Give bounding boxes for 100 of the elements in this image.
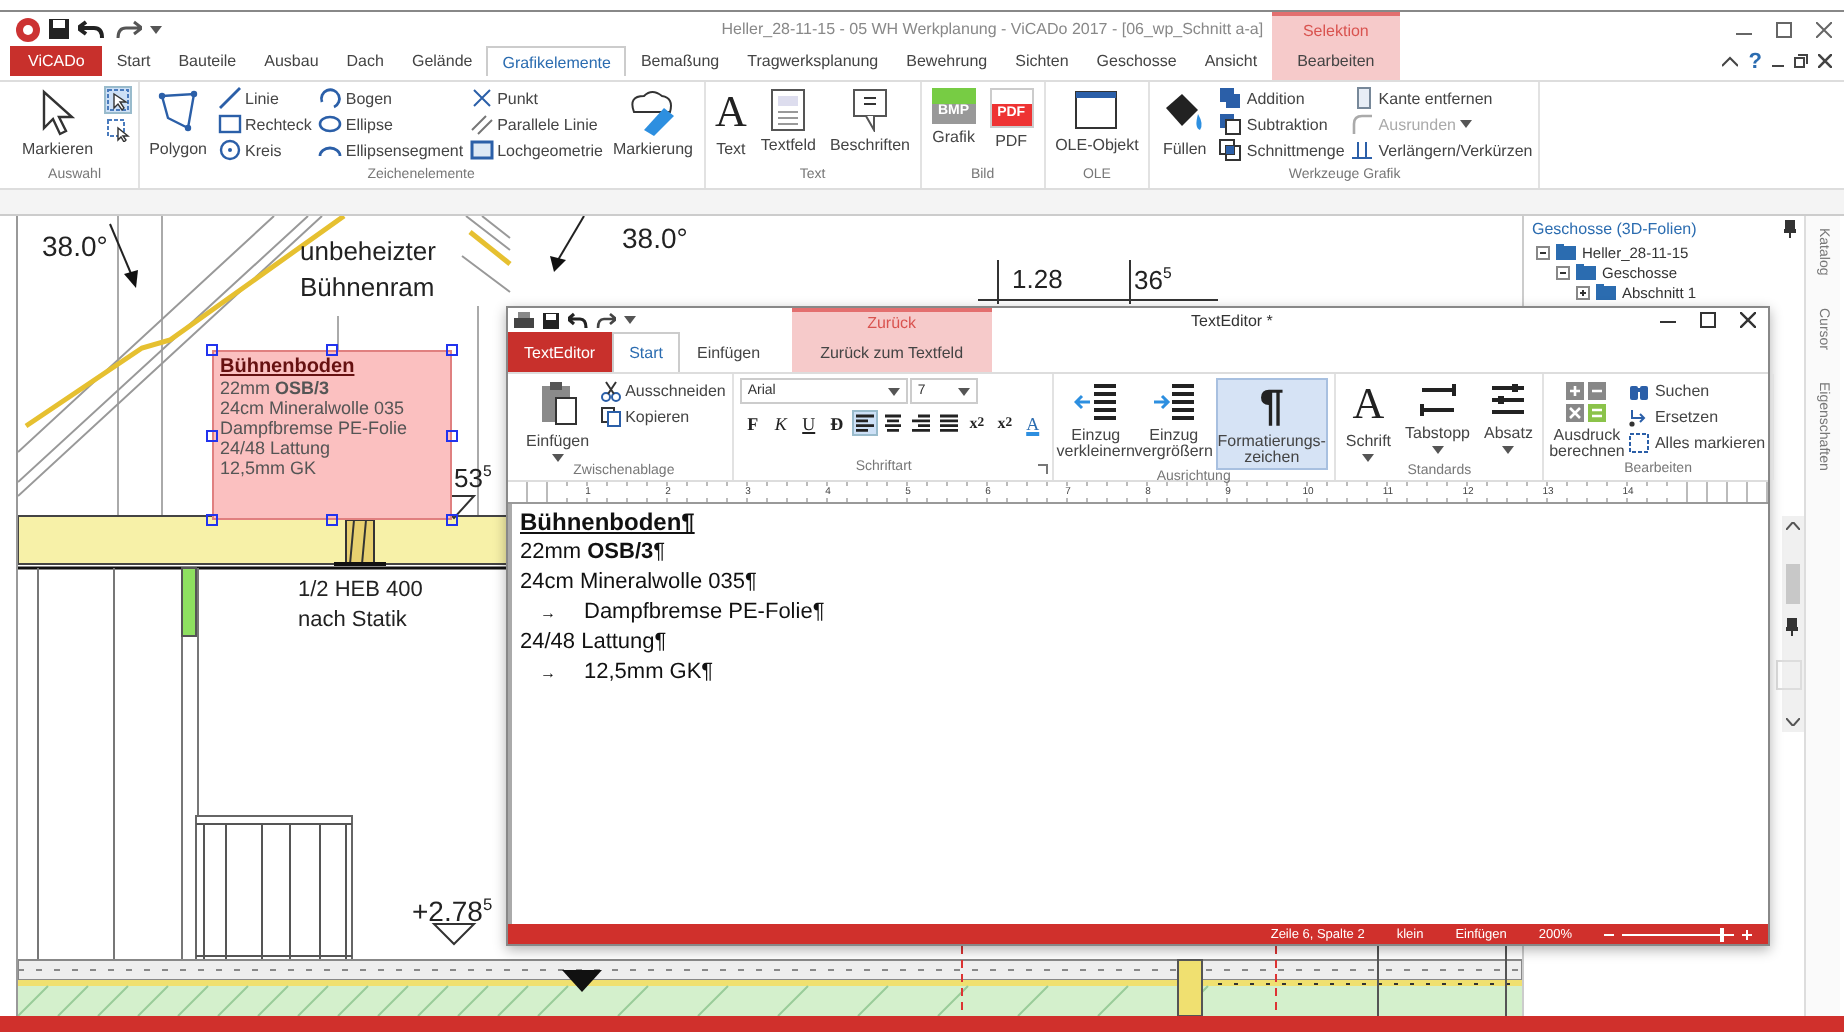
ribbon-button[interactable]: Tabstopp	[1401, 378, 1474, 457]
text-line: Dampfbremse PE-Folie¶	[584, 598, 825, 629]
ribbon-button[interactable]: ¶ Formatierungs-zeichen	[1215, 378, 1328, 471]
ribbon-tab[interactable]: Einfügen	[680, 332, 777, 373]
format-button[interactable]: F	[739, 410, 766, 437]
context-label: Selektion	[1302, 20, 1369, 44]
format-button[interactable]: K	[767, 410, 794, 437]
file-tab[interactable]: ViCADo	[10, 46, 103, 76]
ribbon-tab[interactable]: Zurück zum Textfeld	[804, 332, 980, 373]
ribbon-button[interactable]: A Text	[711, 86, 751, 161]
align-button[interactable]	[935, 410, 962, 437]
resize-handle[interactable]	[446, 514, 458, 527]
ribbon-button[interactable]: Einzug verkleinern	[1059, 378, 1132, 463]
expander-icon	[1536, 245, 1550, 260]
resize-handle[interactable]	[446, 344, 458, 357]
ribbon-button[interactable]: Beschriften	[825, 86, 914, 157]
indent-increase-icon	[1151, 380, 1196, 425]
selection-mode-button[interactable]	[103, 86, 132, 115]
format-button[interactable]: U	[795, 410, 822, 437]
ribbon-tab[interactable]: Bauteile	[164, 46, 251, 76]
ribbon-tab[interactable]: Sichten	[1001, 46, 1083, 76]
polygon-icon	[156, 88, 201, 137]
ribbon-tab[interactable]: Bewehrung	[892, 46, 1002, 76]
align-button[interactable]	[851, 410, 878, 437]
replace-icon	[1628, 405, 1651, 428]
ribbon-button[interactable]: Kante entfernen	[1350, 86, 1533, 111]
ribbon-tab[interactable]: Bearbeiten	[1283, 46, 1389, 76]
ribbon-button[interactable]: A Schrift	[1341, 378, 1396, 465]
ribbon-button[interactable]: Suchen	[1628, 378, 1766, 403]
scroll-up-icon	[1786, 522, 1800, 531]
scrollbar[interactable]	[1782, 516, 1804, 733]
caret-icon	[1459, 120, 1472, 129]
text-frame[interactable]: Bühnenboden 22mm OSB/3 24cm Mineralwolle 035 Dampfbremse PE-Folie 24/48 Lattung 12,5mm GK	[212, 350, 452, 521]
ribbon-tab[interactable]: Ansicht	[1190, 46, 1272, 76]
text-line: 12,5mm GK	[220, 458, 319, 479]
align-button[interactable]	[879, 410, 906, 437]
ribbon-button[interactable]: Rechteck	[217, 112, 312, 137]
resize-handle[interactable]	[446, 429, 458, 442]
ribbon-button[interactable]: Subtraktion	[1218, 112, 1345, 137]
ribbon-button[interactable]: Kopieren	[599, 404, 726, 429]
ribbon-button[interactable]: Ausdruck berechnen	[1550, 378, 1623, 463]
ribbon-button[interactable]: Bogen	[317, 86, 464, 111]
align-icon	[881, 412, 904, 435]
ribbon-button[interactable]: Addition	[1218, 86, 1345, 111]
format-button[interactable]: Ð	[823, 410, 850, 437]
ribbon-button[interactable]: Alles markieren	[1628, 430, 1766, 455]
resize-handle[interactable]	[326, 344, 338, 357]
ribbon-button[interactable]: Linie	[217, 86, 312, 111]
ribbon-tab[interactable]: Gelände	[397, 46, 487, 76]
selection-mode-button[interactable]	[103, 116, 132, 145]
minus-icon	[1604, 929, 1614, 940]
scroll-thumb[interactable]	[1786, 564, 1800, 605]
ribbon-tab[interactable]: Ausbau	[250, 46, 333, 76]
ribbon-button[interactable]: Lochgeometrie	[469, 138, 603, 163]
ribbon-button[interactable]: Schnittmenge	[1218, 138, 1345, 163]
printer-icon	[514, 311, 534, 330]
letter-icon: A	[715, 88, 747, 137]
resize-handle[interactable]	[326, 514, 338, 527]
ribbon-button[interactable]: OLE-Objekt	[1051, 86, 1143, 157]
format-button[interactable]: A	[1019, 410, 1046, 437]
ribbon-button[interactable]: Füllen	[1156, 86, 1213, 161]
resize-handle[interactable]	[206, 514, 218, 527]
ribbon-button[interactable]: Ellipsensegment	[317, 138, 464, 163]
resize-handle[interactable]	[206, 344, 218, 357]
ribbon-button[interactable]: Ersetzen	[1628, 404, 1766, 429]
file-tab[interactable]: TextEditor	[508, 332, 612, 373]
ribbon-button[interactable]: Ausschneiden	[599, 378, 726, 403]
ribbon-tab[interactable]: Tragwerksplanung	[733, 46, 893, 76]
ribbon-tab[interactable]: Grafikelemente	[486, 46, 627, 76]
ribbon-tab[interactable]: Geschosse	[1082, 46, 1191, 76]
ribbon-button[interactable]: Ellipse	[317, 112, 464, 137]
ribbon-tab[interactable]: Start	[102, 46, 165, 76]
circle-icon	[217, 138, 241, 163]
expander-icon	[1576, 285, 1590, 300]
ribbon-button[interactable]: Markierung	[608, 86, 697, 161]
angle-label: 38.0°	[622, 224, 688, 253]
align-button[interactable]	[907, 410, 934, 437]
ribbon-button[interactable]: Polygon	[145, 86, 211, 161]
ribbon-button[interactable]: Textfeld	[756, 86, 820, 157]
ribbon-tab[interactable]: Bemaßung	[626, 46, 734, 76]
pilcrow-icon: ¶	[1259, 382, 1284, 431]
input-field[interactable]	[1776, 660, 1802, 691]
ribbon-button[interactable]: Markieren	[18, 86, 98, 161]
pin-icon	[1784, 220, 1796, 239]
paste-button[interactable]: Einfügen	[522, 378, 594, 465]
ribbon-button[interactable]: Kreis	[217, 138, 312, 163]
help-button[interactable]: ?	[1748, 49, 1762, 73]
caret-icon	[957, 387, 970, 396]
ribbon-tab[interactable]: Start	[611, 332, 681, 373]
resize-handle[interactable]	[206, 429, 218, 442]
ribbon-tab[interactable]: Dach	[332, 46, 398, 76]
slider-thumb[interactable]	[1720, 927, 1725, 942]
ribbon-button[interactable]: Absatz	[1480, 378, 1537, 457]
scroll-down-icon	[1786, 718, 1800, 727]
ribbon-button[interactable]: Einzug vergrößern	[1137, 378, 1210, 463]
ribbon-button[interactable]: Parallele Linie	[469, 112, 603, 137]
callout-icon	[849, 88, 890, 133]
ribbon-button[interactable]: Verlängern/Verkürzen	[1350, 138, 1533, 163]
ribbon-button[interactable]: Punkt	[469, 86, 603, 111]
beam-label: 1/2 HEB 400	[298, 580, 423, 603]
